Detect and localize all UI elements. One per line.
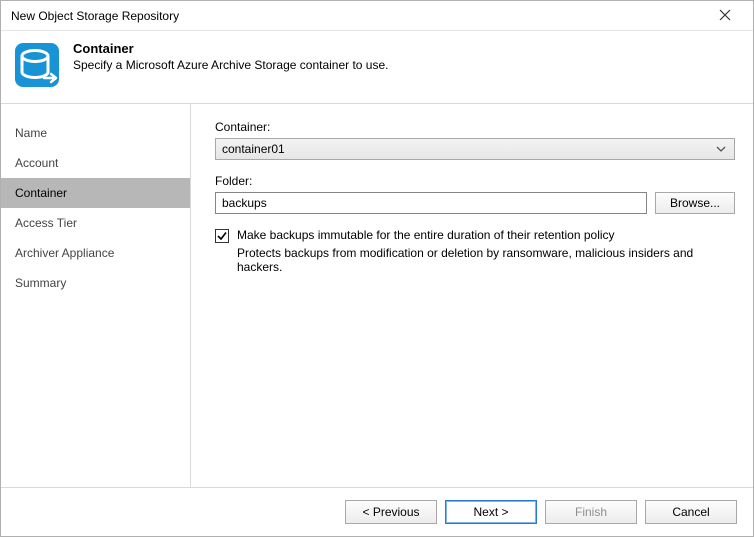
browse-button[interactable]: Browse... bbox=[655, 192, 735, 214]
container-select-value: container01 bbox=[222, 142, 285, 156]
close-icon bbox=[719, 8, 731, 24]
next-button[interactable]: Next > bbox=[445, 500, 537, 524]
wizard-body: Name Account Container Access Tier Archi… bbox=[1, 104, 753, 487]
immutable-label: Make backups immutable for the entire du… bbox=[237, 228, 735, 242]
immutable-description: Protects backups from modification or de… bbox=[237, 246, 735, 274]
step-container[interactable]: Container bbox=[1, 178, 190, 208]
wizard-footer: < Previous Next > Finish Cancel bbox=[1, 487, 753, 536]
step-access-tier[interactable]: Access Tier bbox=[1, 208, 190, 238]
step-name[interactable]: Name bbox=[1, 118, 190, 148]
step-summary[interactable]: Summary bbox=[1, 268, 190, 298]
cancel-button[interactable]: Cancel bbox=[645, 500, 737, 524]
immutable-option: Make backups immutable for the entire du… bbox=[215, 228, 735, 274]
container-select[interactable]: container01 bbox=[215, 138, 735, 160]
step-account[interactable]: Account bbox=[1, 148, 190, 178]
wizard-steps: Name Account Container Access Tier Archi… bbox=[1, 104, 191, 487]
storage-icon bbox=[13, 41, 61, 89]
wizard-main: Container: container01 Folder: Browse... bbox=[191, 104, 753, 487]
wizard-header: Container Specify a Microsoft Azure Arch… bbox=[1, 31, 753, 104]
previous-button[interactable]: < Previous bbox=[345, 500, 437, 524]
chevron-down-icon bbox=[712, 141, 730, 157]
folder-input[interactable] bbox=[215, 192, 647, 214]
folder-label: Folder: bbox=[215, 174, 735, 188]
immutable-checkbox[interactable] bbox=[215, 229, 229, 243]
container-label: Container: bbox=[215, 120, 735, 134]
wizard-window: New Object Storage Repository Container … bbox=[0, 0, 754, 537]
page-subtitle: Specify a Microsoft Azure Archive Storag… bbox=[73, 58, 389, 72]
titlebar: New Object Storage Repository bbox=[1, 1, 753, 31]
finish-button: Finish bbox=[545, 500, 637, 524]
immutable-text: Make backups immutable for the entire du… bbox=[237, 228, 735, 274]
header-text: Container Specify a Microsoft Azure Arch… bbox=[73, 41, 389, 72]
close-button[interactable] bbox=[705, 2, 745, 30]
page-title: Container bbox=[73, 41, 389, 56]
step-archiver-appliance[interactable]: Archiver Appliance bbox=[1, 238, 190, 268]
window-title: New Object Storage Repository bbox=[11, 9, 705, 23]
